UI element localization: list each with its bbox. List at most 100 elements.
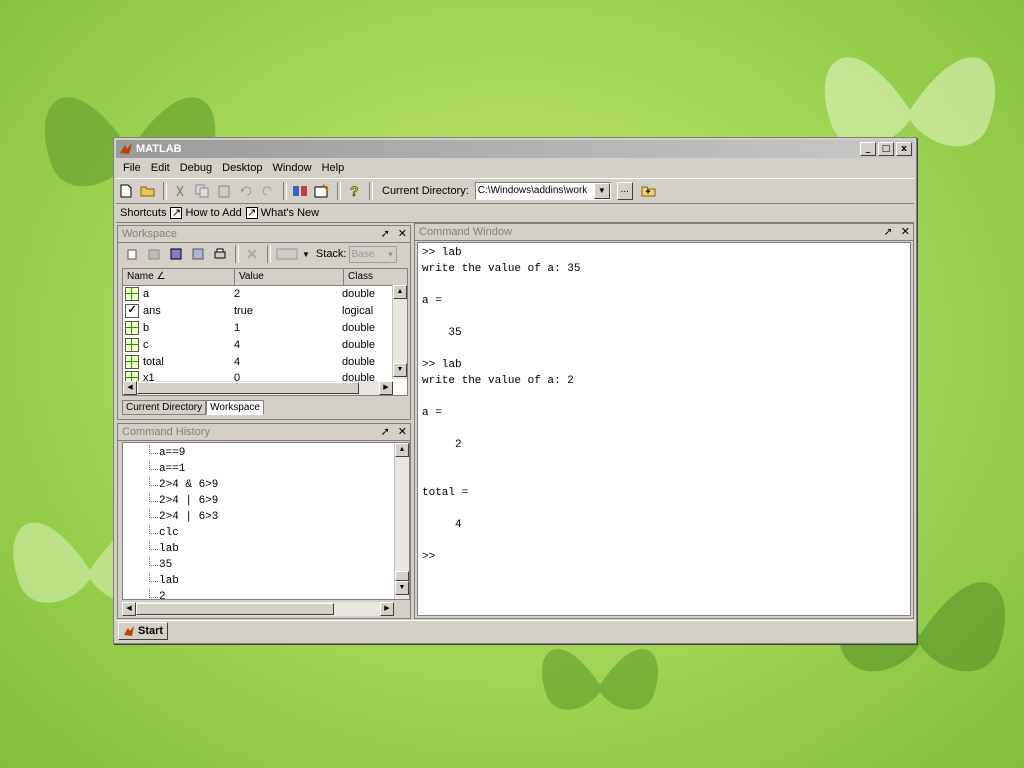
command-line xyxy=(418,389,910,405)
scroll-down-icon[interactable]: ▼ xyxy=(395,581,409,595)
table-row[interactable]: c 4 double xyxy=(123,336,407,353)
history-item[interactable]: a==1 xyxy=(123,461,395,477)
workspace-horizontal-scrollbar[interactable]: ◀ ▶ xyxy=(123,381,393,395)
scroll-left-icon[interactable]: ◀ xyxy=(122,602,136,616)
history-item[interactable]: lab xyxy=(123,541,395,557)
tab-workspace[interactable]: Workspace xyxy=(206,400,264,415)
column-header-class[interactable]: Class xyxy=(344,269,406,285)
start-button[interactable]: Start xyxy=(118,622,169,640)
toolbar-separator xyxy=(163,182,167,200)
history-item[interactable]: 35 xyxy=(123,557,395,573)
close-icon[interactable]: ✕ xyxy=(901,224,910,240)
command-line xyxy=(418,533,910,549)
history-horizontal-scrollbar[interactable]: ◀ ▶ xyxy=(122,602,394,616)
menu-file[interactable]: File xyxy=(118,160,146,178)
workspace-table-header: Name ∠ Value Class xyxy=(123,269,407,286)
minimize-button[interactable]: _ xyxy=(860,142,876,156)
scroll-thumb[interactable] xyxy=(137,382,359,394)
cell-class: logical xyxy=(342,305,374,318)
menu-debug[interactable]: Debug xyxy=(175,160,217,178)
close-button[interactable]: x xyxy=(896,142,912,156)
history-item[interactable]: 2>4 | 6>3 xyxy=(123,509,395,525)
close-icon[interactable]: ✕ xyxy=(398,424,407,440)
scroll-down-icon[interactable]: ▼ xyxy=(393,363,407,377)
scroll-left-icon[interactable]: ◀ xyxy=(123,381,137,395)
history-item[interactable]: 2>4 & 6>9 xyxy=(123,477,395,493)
table-row[interactable]: b 1 double xyxy=(123,320,407,337)
column-header-name[interactable]: Name ∠ xyxy=(123,269,235,285)
history-item[interactable]: a==9 xyxy=(123,445,395,461)
matlab-window: MATLAB _ □ x File Edit Debug Desktop Win… xyxy=(113,137,917,644)
cut-icon[interactable] xyxy=(170,182,190,200)
matlab-logo-icon xyxy=(120,143,132,154)
undock-icon[interactable]: ➚ xyxy=(381,424,390,440)
cell-name: b xyxy=(143,321,150,334)
workspace-title: Workspace xyxy=(122,228,177,240)
history-vertical-scrollbar[interactable]: ▲ ▼ xyxy=(394,443,409,599)
scroll-up-icon[interactable]: ▲ xyxy=(395,443,409,457)
command-line: a = xyxy=(422,407,442,419)
chevron-down-icon[interactable]: ▼ xyxy=(302,250,310,259)
close-icon[interactable]: ✕ xyxy=(398,226,407,242)
command-line xyxy=(418,277,910,293)
stack-value: Base xyxy=(351,248,375,260)
history-item[interactable]: 2 xyxy=(123,589,395,599)
up-folder-icon[interactable] xyxy=(639,182,659,200)
new-variable-icon[interactable] xyxy=(122,245,142,263)
tab-current-directory[interactable]: Current Directory xyxy=(122,400,207,415)
chevron-down-icon: ▼ xyxy=(386,249,395,259)
command-line: a = xyxy=(422,295,442,307)
open-folder-icon[interactable] xyxy=(138,182,158,200)
undo-icon[interactable] xyxy=(236,182,256,200)
browse-button[interactable]: ... xyxy=(616,182,633,200)
menu-window[interactable]: Window xyxy=(267,160,316,178)
title-bar[interactable]: MATLAB _ □ x xyxy=(116,140,914,158)
current-directory-field[interactable]: C:\Windows\addins\work ▼ xyxy=(474,182,611,200)
undock-icon[interactable]: ➚ xyxy=(381,226,390,242)
stack-select[interactable]: Base ▼ xyxy=(348,245,397,263)
command-line: 4 xyxy=(422,519,462,531)
scroll-thumb[interactable] xyxy=(136,603,334,615)
column-header-value[interactable]: Value xyxy=(235,269,344,285)
menu-desktop[interactable]: Desktop xyxy=(217,160,267,178)
command-window-output[interactable]: >> lab write the value of a: 35 a = 35 >> l… xyxy=(417,242,911,616)
save-workspace-icon[interactable] xyxy=(188,245,208,263)
copy-icon[interactable] xyxy=(192,182,212,200)
svg-text:?: ? xyxy=(350,183,359,199)
table-row[interactable]: ✓ ans true logical xyxy=(123,303,407,320)
shortcut-icon: ↗ xyxy=(245,207,258,219)
table-row[interactable]: a 2 double xyxy=(123,286,407,303)
table-row[interactable]: total 4 double xyxy=(123,353,407,370)
scroll-right-icon[interactable]: ▶ xyxy=(380,602,394,616)
print-icon[interactable] xyxy=(210,245,230,263)
delete-variable-icon[interactable] xyxy=(242,245,262,263)
shortcut-how-to-add[interactable]: How to Add xyxy=(185,207,241,219)
workspace-panel: Workspace ➚ ✕ ▼ Stack: Base ▼ Name ∠ Valu… xyxy=(117,225,411,420)
scroll-thumb[interactable] xyxy=(395,571,409,581)
cell-value: 1 xyxy=(234,321,241,334)
open-variable-icon[interactable] xyxy=(144,245,164,263)
workspace-vertical-scrollbar[interactable]: ▲ ▼ xyxy=(392,285,407,379)
menu-help[interactable]: Help xyxy=(317,160,350,178)
import-data-icon[interactable] xyxy=(166,245,186,263)
current-directory-label: Current Directory: xyxy=(382,185,469,197)
history-item[interactable]: clc xyxy=(123,525,395,541)
help-icon[interactable]: ? xyxy=(344,182,364,200)
shortcut-whats-new[interactable]: What's New xyxy=(261,207,319,219)
new-file-icon[interactable] xyxy=(116,182,136,200)
undock-icon[interactable]: ➚ xyxy=(884,224,893,240)
guide-icon[interactable] xyxy=(312,182,332,200)
paste-icon[interactable] xyxy=(214,182,234,200)
history-item[interactable]: 2>4 | 6>9 xyxy=(123,493,395,509)
history-item[interactable]: lab xyxy=(123,573,395,589)
scroll-up-icon[interactable]: ▲ xyxy=(393,285,407,299)
workspace-title-bar: Workspace ➚ ✕ xyxy=(118,226,410,243)
chevron-down-icon[interactable]: ▼ xyxy=(593,183,610,199)
main-toolbar: ? Current Directory: C:\Windows\addins\w… xyxy=(116,178,914,204)
menu-edit[interactable]: Edit xyxy=(146,160,175,178)
simulink-icon[interactable] xyxy=(290,182,310,200)
redo-icon[interactable] xyxy=(258,182,278,200)
scroll-right-icon[interactable]: ▶ xyxy=(379,381,393,395)
maximize-button[interactable]: □ xyxy=(878,142,894,156)
plot-selector-icon[interactable] xyxy=(274,245,300,263)
